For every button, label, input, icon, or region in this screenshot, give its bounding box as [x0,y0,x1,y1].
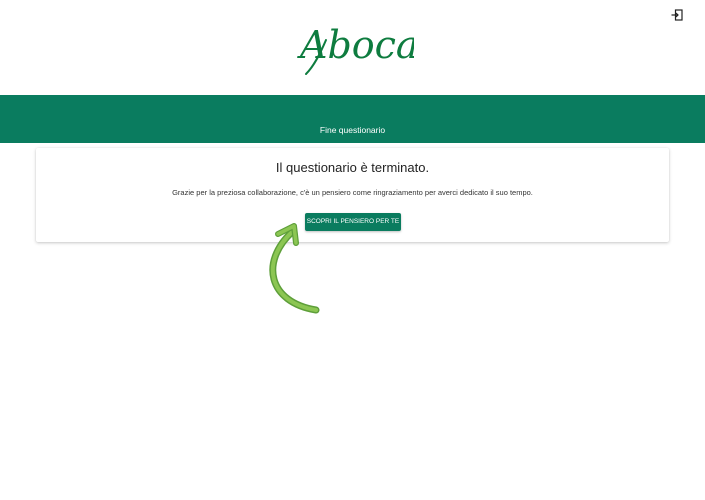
curved-arrow-icon [269,223,320,314]
banner-title: Fine questionario [319,125,386,135]
header: Aboca [0,0,705,95]
page: Aboca Fine questionario Il questionario … [0,0,705,500]
green-banner: Fine questionario [0,95,705,143]
completion-card: Il questionario è terminato. Grazie per … [36,148,669,242]
card-title: Il questionario è terminato. [275,160,430,175]
card-message: Grazie per la preziosa collaborazione, c… [172,188,533,197]
logo-text: Aboca [297,23,414,67]
aboca-logo: Aboca [297,23,414,75]
exit-icon[interactable] [671,9,683,21]
